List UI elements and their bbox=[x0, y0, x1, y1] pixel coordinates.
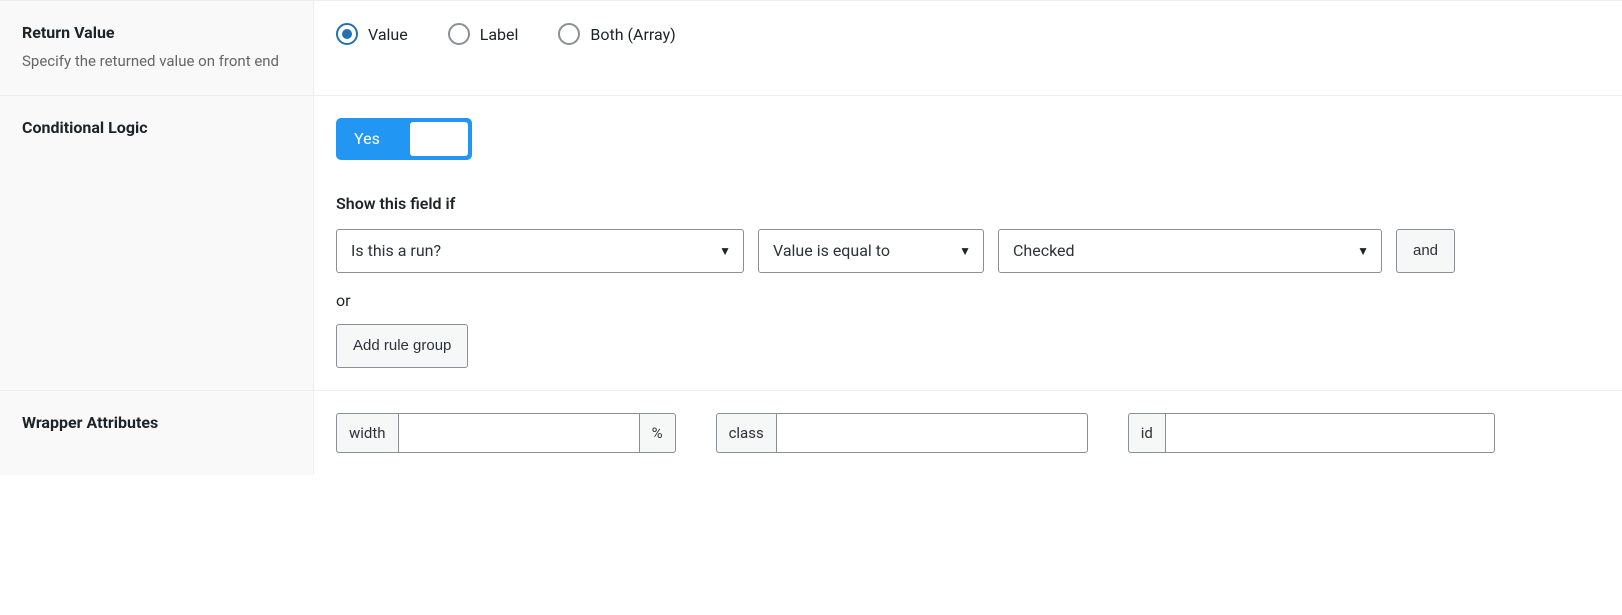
width-addon-label: width bbox=[336, 413, 398, 453]
rule-and-button[interactable]: and bbox=[1396, 229, 1455, 273]
radio-label: Label bbox=[480, 25, 519, 44]
wrapper-attributes-title: Wrapper Attributes bbox=[22, 413, 291, 432]
chevron-down-icon: ▼ bbox=[1357, 244, 1369, 258]
chevron-down-icon: ▼ bbox=[959, 244, 971, 258]
wrapper-class-group: class bbox=[716, 413, 1088, 453]
add-rule-group-button[interactable]: Add rule group bbox=[336, 324, 468, 368]
radio-icon bbox=[558, 23, 580, 45]
conditional-show-if-label: Show this field if bbox=[336, 194, 1600, 213]
toggle-label: Yes bbox=[340, 129, 380, 148]
wrapper-id-group: id bbox=[1128, 413, 1495, 453]
return-value-option-both[interactable]: Both (Array) bbox=[558, 23, 675, 45]
return-value-desc: Specify the returned value on front end bbox=[22, 50, 291, 73]
rule-field-select[interactable]: Is this a run? ▼ bbox=[336, 229, 744, 273]
return-value-title: Return Value bbox=[22, 23, 291, 42]
wrapper-attributes-row: width % class id bbox=[336, 413, 1600, 453]
return-value-option-value[interactable]: Value bbox=[336, 23, 408, 45]
return-value-radio-group: Value Label Both (Array) bbox=[336, 23, 1600, 45]
id-addon-label: id bbox=[1128, 413, 1165, 453]
radio-label: Both (Array) bbox=[590, 25, 675, 44]
chevron-down-icon: ▼ bbox=[719, 244, 731, 258]
select-value: Is this a run? bbox=[351, 241, 441, 260]
rule-row: Is this a run? ▼ Value is equal to ▼ Che… bbox=[336, 229, 1600, 273]
radio-icon bbox=[448, 23, 470, 45]
rule-value-select[interactable]: Checked ▼ bbox=[998, 229, 1382, 273]
radio-icon bbox=[336, 23, 358, 45]
wrapper-class-input[interactable] bbox=[776, 413, 1088, 453]
rule-or-label: or bbox=[336, 291, 1600, 310]
wrapper-width-group: width % bbox=[336, 413, 676, 453]
conditional-logic-title: Conditional Logic bbox=[22, 118, 291, 137]
rule-operator-select[interactable]: Value is equal to ▼ bbox=[758, 229, 984, 273]
class-addon-label: class bbox=[716, 413, 776, 453]
select-value: Value is equal to bbox=[773, 241, 890, 260]
return-value-option-label[interactable]: Label bbox=[448, 23, 519, 45]
conditional-logic-toggle[interactable]: Yes bbox=[336, 118, 472, 160]
width-addon-suffix: % bbox=[640, 413, 676, 453]
radio-label: Value bbox=[368, 25, 408, 44]
wrapper-width-input[interactable] bbox=[398, 413, 640, 453]
toggle-handle-icon bbox=[410, 122, 468, 156]
select-value: Checked bbox=[1013, 241, 1075, 260]
wrapper-id-input[interactable] bbox=[1165, 413, 1495, 453]
